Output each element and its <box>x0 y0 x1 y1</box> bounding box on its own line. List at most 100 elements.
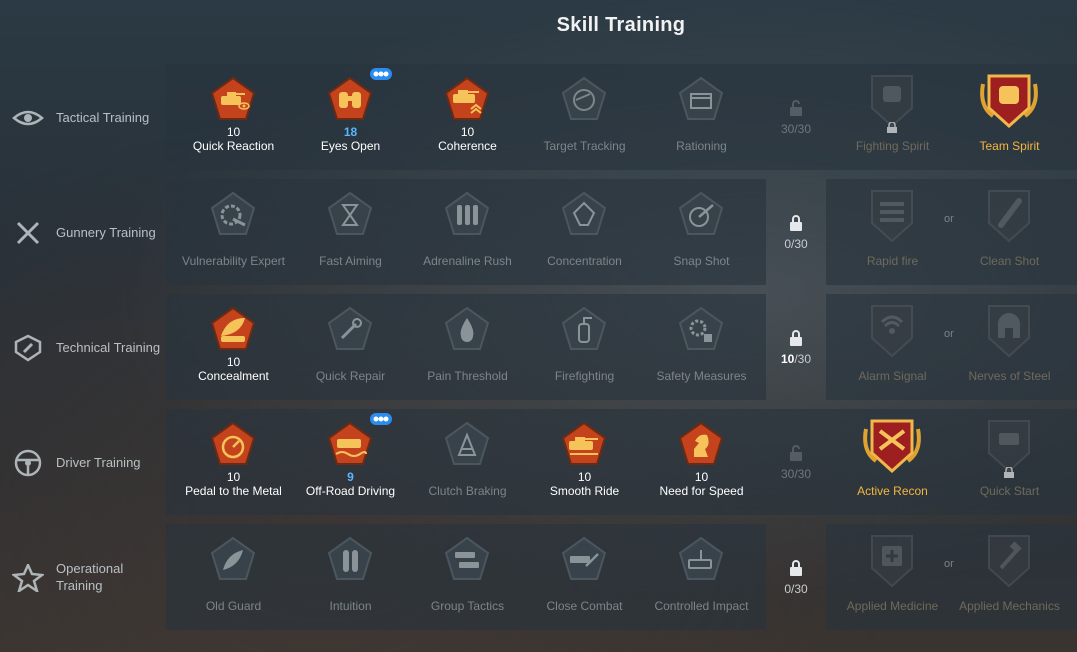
skill-quick-repair[interactable]: Quick Repair <box>292 294 409 400</box>
unlock-icon <box>790 100 802 116</box>
skill-level: 10 <box>226 355 241 369</box>
category-label: Operational Training <box>56 561 124 593</box>
tank-chevrons-icon <box>444 76 490 120</box>
diamond-icon <box>561 191 607 235</box>
star-icon <box>12 564 44 592</box>
talent-team-spirit[interactable]: Team Spirit <box>951 64 1068 170</box>
skill-controlled-impact[interactable]: Controlled Impact <box>643 524 760 630</box>
skill-name: Safety Measures <box>656 369 747 383</box>
skill-name: Fast Aiming <box>319 254 382 268</box>
category-label: Tactical Training <box>56 110 150 125</box>
talent-applied-mechanics[interactable]: Applied Mechanics <box>951 524 1068 630</box>
progress-current: 10 <box>780 352 795 366</box>
skill-name: Adrenaline Rush <box>423 254 512 268</box>
talent-nerves-of-steel[interactable]: Nerves of Steel <box>951 294 1068 400</box>
skill-firefighting[interactable]: Firefighting <box>526 294 643 400</box>
talent-quick-start[interactable]: Quick Start <box>951 409 1068 515</box>
row-progress: 0/30 <box>767 179 825 285</box>
progress-text: 30/30 <box>780 467 812 481</box>
skill-level: 9 <box>347 470 354 484</box>
skill-clutch-braking[interactable]: Clutch Braking <box>409 409 526 515</box>
skill-group-tactics[interactable]: Group Tactics <box>409 524 526 630</box>
crossed-swords-icon <box>16 221 40 245</box>
crate-icon <box>678 76 724 120</box>
skill-level: 10 <box>694 470 709 484</box>
skill-row-gunnery: Gunnery Training Vulnerability Expert Fa… <box>0 179 1077 285</box>
talent-clean-shot[interactable]: Clean Shot <box>951 179 1068 285</box>
skill-pedal-to-the-metal[interactable]: 10 Pedal to the Metal <box>175 409 292 515</box>
talent-fighting-spirit[interactable]: Fighting Spirit <box>834 64 951 170</box>
skill-target-tracking[interactable]: Target Tracking <box>526 64 643 170</box>
category-technical: Technical Training <box>0 294 165 400</box>
skill-name: Quick Reaction <box>192 139 275 153</box>
skill-name: Pain Threshold <box>427 369 508 383</box>
skill-smooth-ride[interactable]: 10 Smooth Ride <box>526 409 643 515</box>
skill-name: Off-Road Driving <box>305 484 396 498</box>
eye-icon <box>12 110 44 126</box>
skill-off-road-driving[interactable]: 9 Off-Road Driving <box>292 409 409 515</box>
talent-name: Active Recon <box>857 484 928 498</box>
skill-row-tactical: Tactical Training 10 Quick Reaction 18 E… <box>0 64 1077 170</box>
gear-shell-icon <box>210 191 256 235</box>
binoculars-icon <box>327 76 373 120</box>
skill-fast-aiming[interactable]: Fast Aiming <box>292 179 409 285</box>
skill-close-combat[interactable]: Close Combat <box>526 524 643 630</box>
wrench-shield-icon <box>14 334 42 362</box>
skill-pain-threshold[interactable]: Pain Threshold <box>409 294 526 400</box>
skill-level: 10 <box>226 125 241 139</box>
clean-shot-icon <box>988 190 1030 243</box>
rapid-fire-icon <box>871 190 913 243</box>
lock-icon <box>1004 467 1014 478</box>
talent-applied-medicine[interactable]: Applied Medicine <box>834 524 951 630</box>
skill-need-for-speed[interactable]: 10 Need for Speed <box>643 409 760 515</box>
skill-name: Firefighting <box>554 369 615 383</box>
skill-name: Snap Shot <box>673 254 730 268</box>
skill-concealment[interactable]: 10 Concealment <box>175 294 292 400</box>
skill-adrenaline-rush[interactable]: Adrenaline Rush <box>409 179 526 285</box>
skill-rationing[interactable]: Rationing <box>643 64 760 170</box>
talent-name: Applied Mechanics <box>959 599 1060 613</box>
brake-icon <box>444 421 490 465</box>
row-progress: 0/30 <box>767 524 825 630</box>
talent-alarm-signal[interactable]: Alarm Signal <box>834 294 951 400</box>
skill-concentration[interactable]: Concentration <box>526 179 643 285</box>
skill-name: Eyes Open <box>320 139 381 153</box>
skill-name: Coherence <box>438 139 497 153</box>
skill-snap-shot[interactable]: Snap Shot <box>643 179 760 285</box>
unlock-icon <box>790 445 802 461</box>
skill-name: Concentration <box>547 254 622 268</box>
skill-level: 10 <box>460 125 475 139</box>
skill-name: Concealment <box>198 369 269 383</box>
skill-intuition[interactable]: Intuition <box>292 524 409 630</box>
skill-old-guard[interactable]: Old Guard <box>175 524 292 630</box>
row-progress: 30/30 <box>767 64 825 170</box>
talent-active-recon[interactable]: Active Recon <box>834 409 951 515</box>
skill-coherence[interactable]: 10 Coherence <box>409 64 526 170</box>
talent-name: Clean Shot <box>979 254 1040 268</box>
tank-eye-icon <box>210 76 256 120</box>
skill-name: Intuition <box>329 599 372 613</box>
skill-name: Pedal to the Metal <box>185 484 282 498</box>
skill-safety-measures[interactable]: Safety Measures <box>643 294 760 400</box>
helmet-icon <box>988 305 1030 358</box>
leaf-tank-icon <box>210 306 256 350</box>
hammer-icon <box>988 535 1030 588</box>
skill-name: Close Combat <box>546 599 623 613</box>
skill-row-technical: Technical Training 10 Concealment Quick … <box>0 294 1077 400</box>
talent-rapid-fire[interactable]: Rapid fire <box>834 179 951 285</box>
progress-text: 0/30 <box>784 582 808 596</box>
progress-text: 30/30 <box>780 122 812 136</box>
page-title: Skill Training <box>556 14 686 36</box>
impact-icon <box>678 536 724 580</box>
shells-icon <box>444 191 490 235</box>
skill-vulnerability-expert[interactable]: Vulnerability Expert <box>175 179 292 285</box>
active-recon-icon <box>863 419 921 474</box>
category-label: Gunnery Training <box>56 225 156 240</box>
skill-quick-reaction[interactable]: 10 Quick Reaction <box>175 64 292 170</box>
skill-name: Group Tactics <box>430 599 505 613</box>
lock-icon <box>887 122 897 133</box>
skill-eyes-open[interactable]: 18 Eyes Open <box>292 64 409 170</box>
extinguisher-icon <box>561 306 607 350</box>
talent-name: Alarm Signal <box>858 369 927 383</box>
skill-name: Need for Speed <box>659 484 744 498</box>
